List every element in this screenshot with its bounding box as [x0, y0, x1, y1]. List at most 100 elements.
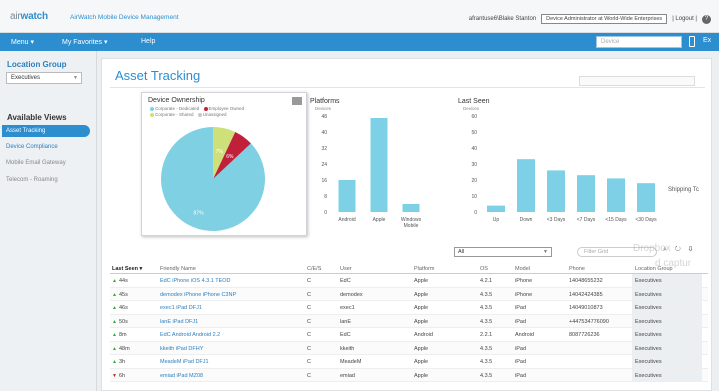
bar[interactable]	[607, 178, 625, 212]
y-tick-label: 60	[471, 114, 477, 120]
cell-name[interactable]: demodex iPhone iPhone C3NP	[160, 292, 236, 298]
cell-os: 4.3.5	[480, 359, 492, 365]
sidebar-item-telecom-roaming[interactable]: Telecom - Roaming	[2, 174, 90, 186]
phone-icon[interactable]	[689, 36, 695, 47]
cell-name[interactable]: EdC Android Android 2.2	[160, 332, 220, 338]
cell-text: exec1 iPad DFJ1	[160, 305, 202, 311]
cell-text: EdC	[340, 278, 351, 284]
cell-text: Android	[515, 332, 534, 338]
nav-extra[interactable]: Ex	[703, 37, 711, 44]
role-select[interactable]: Device Administrator at World-Wide Enter…	[541, 14, 668, 24]
device-search-input[interactable]: Device	[596, 36, 682, 48]
x-tick-label: Apple	[373, 217, 386, 223]
cell-user: kkeith	[340, 346, 354, 352]
cell-location-group: Executives	[632, 341, 702, 355]
col-platform[interactable]: Platform	[414, 266, 434, 272]
col-phone[interactable]: Phone	[569, 266, 585, 272]
sidebar-item-asset-tracking[interactable]: Asset Tracking	[2, 125, 90, 137]
x-tick-label: <30 Days	[635, 217, 657, 223]
logo-rest: watch	[20, 11, 49, 22]
grid-filter-select[interactable]: All ▼	[454, 247, 552, 257]
cell-name[interactable]: emiad iPad MZ08	[160, 373, 203, 379]
col-friendly-name[interactable]: Friendly Name	[160, 266, 196, 272]
cell-os: 4.3.5	[480, 373, 492, 379]
table-row[interactable]: ▲ 50s lanE iPad DFJ1 ClanE Apple 4.3.5 iPad +44…	[110, 314, 708, 328]
cell-last-seen: ▼ 6h	[112, 373, 125, 379]
bar[interactable]	[370, 118, 388, 212]
location-group-select[interactable]: Executives ▼	[6, 72, 82, 84]
last-seen-title: Last Seen	[458, 98, 490, 105]
col-ces[interactable]: C/E/S	[307, 266, 321, 272]
airwatch-logo[interactable]: airwatch	[10, 11, 48, 22]
cell-phone: 14049010873	[569, 305, 603, 311]
cell-text: 3h	[118, 359, 126, 365]
help-icon[interactable]: ?	[702, 14, 711, 24]
cell-ces: C	[307, 305, 311, 311]
cell-text: 14049010873	[569, 305, 603, 311]
cell-name[interactable]: kkeith iPad DFHY	[160, 346, 203, 352]
cell-phone: 14048655232	[569, 278, 603, 284]
devices-table: Last Seen ▾ Friendly Name C/E/S User Pla…	[110, 264, 708, 382]
nav-menu[interactable]: Menu ▾	[11, 38, 34, 46]
table-row[interactable]: ▲ 46s exec1 iPad DFJ1 Cexec1 Apple 4.3.5 iPad 1…	[110, 301, 708, 315]
panel-search-input[interactable]	[579, 76, 695, 86]
cell-location-group: Executives	[632, 314, 702, 328]
cell-text: MeadeM iPad DFJ1	[160, 359, 209, 365]
nav-help[interactable]: Help	[141, 38, 155, 45]
bar[interactable]	[577, 175, 595, 212]
cell-location-group: Executives	[632, 328, 702, 341]
bar[interactable]	[637, 183, 655, 212]
cell-text: iPhone	[515, 291, 533, 298]
cell-name[interactable]: lanE iPad DFJ1	[160, 319, 198, 325]
sidebar-item-mobile-email-gateway[interactable]: Mobile Email Gateway	[2, 157, 90, 169]
table-row[interactable]: ▲ 44s EdC iPhone iOS 4.3.1 TEOD C EdC Apple 4.…	[110, 274, 708, 288]
cell-model: Android	[515, 332, 534, 338]
available-views-title: Available Views	[7, 113, 67, 122]
cell-location-group: Executives	[632, 368, 702, 382]
cell-phone: 8087726236	[569, 332, 600, 338]
col-last-seen[interactable]: Last Seen ▾	[112, 266, 142, 272]
nav-my-favorites[interactable]: My Favorites ▾	[62, 38, 108, 46]
cell-text: EdC Android Android 2.2	[160, 332, 221, 338]
status-up-icon: ▲	[112, 318, 117, 325]
cell-text: 2.2.1	[480, 332, 493, 338]
table-row[interactable]: ▲ 3h MeadeM iPad DFJ1 C MeadeM Apple 4.3.5 iPad…	[110, 355, 708, 369]
cell-os: 4.3.5	[480, 319, 492, 325]
y-tick-label: 0	[324, 210, 327, 216]
x-tick-label: <3 Days	[547, 217, 566, 223]
user-name: afrantuse6\Blake Stanton	[468, 16, 537, 22]
cell-platform: Android	[414, 332, 433, 338]
last-seen-bar-chart: 0 10 20 30 40 50 60 Up Down <3 Days <7 Days <15 Day…	[471, 114, 657, 223]
table-row[interactable]: ▲ 45s demodex iPhone iPhone C3NP Cdemodex Ap…	[110, 287, 708, 301]
bar[interactable]	[517, 159, 535, 212]
cell-name[interactable]: exec1 iPad DFJ1	[160, 305, 202, 311]
cell-text: 4.3.5	[480, 372, 493, 379]
col-os[interactable]: OS	[480, 266, 488, 272]
cell-model: iPad	[515, 305, 526, 311]
y-tick-label: 40	[471, 146, 477, 152]
sidebar-item-device-compliance[interactable]: Device Compliance	[2, 141, 90, 153]
col-model[interactable]: Model	[515, 266, 530, 272]
cell-text: demodex iPhone iPhone C3NP	[160, 291, 237, 298]
cell-text: MeadeM	[340, 359, 362, 365]
table-row[interactable]: ▲ 8m EdC Android Android 2.2 C EdC Android 2.2…	[110, 328, 708, 342]
cell-name[interactable]: MeadeM iPad DFJ1	[160, 359, 209, 365]
bar[interactable]	[338, 180, 356, 212]
table-row[interactable]: ▲ 48m kkeith iPad DFHY Ckkeith Apple 4.3.5 iPa…	[110, 341, 708, 355]
bar[interactable]	[547, 170, 565, 212]
chevron-down-icon: ▼	[73, 75, 78, 81]
cell-text: Android	[414, 332, 433, 338]
cell-os: 4.3.5	[480, 346, 492, 352]
table-row[interactable]: ▼ 6h emiad iPad MZ08 Cemiad Apple 4.3.5 iPad Ex…	[110, 368, 708, 382]
bar[interactable]	[402, 204, 420, 212]
watermark-text: d captur	[655, 258, 692, 269]
logout-link[interactable]: | Logout |	[672, 16, 697, 22]
cell-name[interactable]: EdC iPhone iOS 4.3.1 TEOD	[160, 278, 231, 284]
cell-ces: C	[307, 319, 311, 325]
status-up-icon: ▲	[112, 305, 117, 311]
cell-text: C	[307, 291, 311, 298]
cell-last-seen: ▲ 8m	[112, 332, 127, 338]
cell-text: 6h	[118, 372, 126, 379]
bar[interactable]	[487, 205, 505, 212]
col-user[interactable]: User	[340, 266, 352, 272]
